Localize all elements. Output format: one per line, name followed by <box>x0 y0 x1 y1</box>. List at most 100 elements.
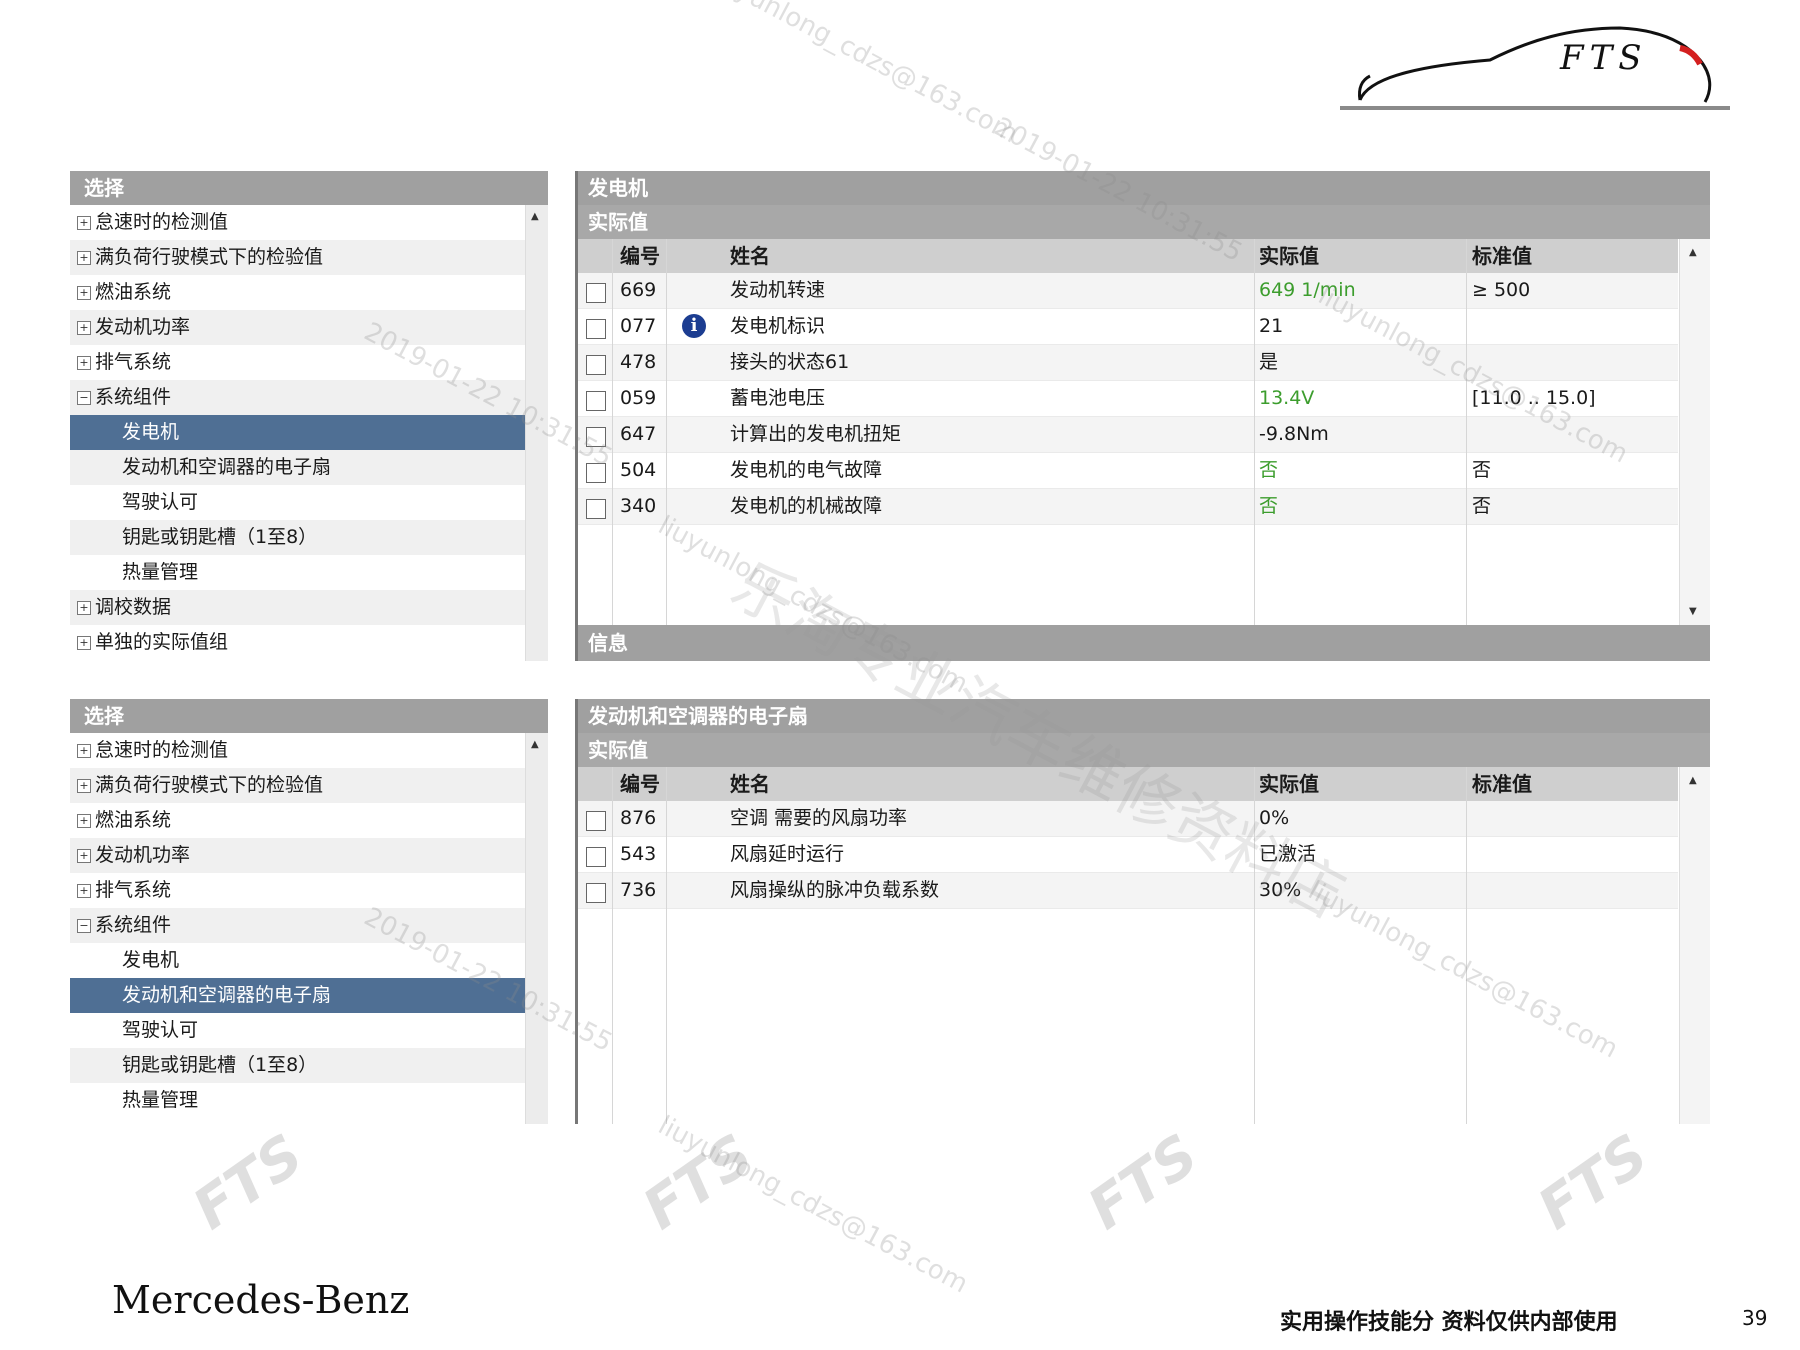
column-header-id[interactable]: 编号 <box>620 239 660 273</box>
tree-item[interactable]: 发电机 <box>70 943 545 978</box>
tree-item[interactable]: 发动机和空调器的电子扇 <box>70 450 545 485</box>
row-checkbox[interactable] <box>586 847 606 867</box>
tree-item[interactable]: 发动机和空调器的电子扇 <box>70 978 545 1013</box>
tree-item[interactable]: − 系统组件 <box>70 908 545 943</box>
expand-icon[interactable]: + <box>77 600 91 615</box>
tree-item[interactable]: + 怠速时的检测值 <box>70 733 545 768</box>
table-row[interactable]: 059 蓄电池电压 13.4V [11.0 .. 15.0] <box>578 381 1678 417</box>
row-checkbox[interactable] <box>586 355 606 375</box>
row-checkbox[interactable] <box>586 499 606 519</box>
tree-scrollbar[interactable]: ▲ <box>525 733 548 1124</box>
row-checkbox[interactable] <box>586 811 606 831</box>
footer-note: 实用操作技能分 资料仅供内部使用 <box>1280 1310 1618 1335</box>
column-header-id[interactable]: 编号 <box>620 767 660 801</box>
tree-item[interactable]: 热量管理 <box>70 555 545 590</box>
logo-underline <box>1340 106 1730 110</box>
scroll-up-icon[interactable]: ▲ <box>531 211 539 222</box>
tree-item[interactable]: + 燃油系统 <box>70 803 545 838</box>
expand-icon[interactable]: + <box>77 883 91 898</box>
scroll-up-icon[interactable]: ▲ <box>1689 247 1697 258</box>
tree-item-label: 热量管理 <box>122 1089 199 1111</box>
scroll-down-icon[interactable]: ▼ <box>1689 606 1697 617</box>
scroll-up-icon[interactable]: ▲ <box>531 739 539 750</box>
expand-icon[interactable]: + <box>77 320 91 335</box>
tree-item[interactable]: 钥匙或钥匙槽（1至8） <box>70 1048 545 1083</box>
tree-item[interactable]: + 单独的实际值组 <box>70 625 545 660</box>
tree-item[interactable]: + 怠速时的检测值 <box>70 205 545 240</box>
row-checkbox[interactable] <box>586 391 606 411</box>
row-actual-value: -9.8Nm <box>1259 423 1329 445</box>
table-row[interactable]: 647 计算出的发电机扭矩 -9.8Nm <box>578 417 1678 453</box>
actual-values-panel-fan: 选择 + 怠速时的检测值 + 满负荷行驶模式下的检验值 + 燃油系统 + 发动机功率 + 排气系统… <box>70 699 1710 1124</box>
values-pane: 发电机 实际值 编号 姓名 实际值 标准值 669 发动机转速 649 1/min ≥… <box>578 171 1710 661</box>
tree-item[interactable]: + 排气系统 <box>70 873 545 908</box>
expand-icon[interactable]: + <box>77 848 91 863</box>
tree-item[interactable]: + 满负荷行驶模式下的检验值 <box>70 768 545 803</box>
table-row[interactable]: 340 发电机的机械故障 否 否 <box>578 489 1678 525</box>
tree-item-label: 钥匙或钥匙槽（1至8） <box>122 1054 318 1076</box>
column-header-actual[interactable]: 实际值 <box>1259 239 1319 273</box>
values-table: 编号 姓名 实际值 标准值 669 发动机转速 649 1/min ≥ 500 i 077… <box>578 239 1678 661</box>
tree-item[interactable]: + 调校数据 <box>70 590 545 625</box>
tree-item[interactable]: 热量管理 <box>70 1083 545 1118</box>
table-row[interactable]: 669 发动机转速 649 1/min ≥ 500 <box>578 273 1678 309</box>
expand-icon[interactable]: + <box>77 215 91 230</box>
tree-item[interactable]: 发电机 <box>70 415 545 450</box>
row-checkbox[interactable] <box>586 283 606 303</box>
row-checkbox[interactable] <box>586 427 606 447</box>
row-checkbox[interactable] <box>586 883 606 903</box>
table-row[interactable]: 478 接头的状态61 是 <box>578 345 1678 381</box>
info-icon[interactable]: i <box>682 314 706 338</box>
info-section-header[interactable]: 信息 <box>578 625 1710 661</box>
collapse-icon[interactable]: − <box>77 390 91 405</box>
table-row[interactable]: 504 发电机的电气故障 否 否 <box>578 453 1678 489</box>
tree-scrollbar[interactable]: ▲ <box>525 205 548 661</box>
row-checkbox[interactable] <box>586 463 606 483</box>
table-body: 669 发动机转速 649 1/min ≥ 500 i 077 发电机标识 21 478 接头的状… <box>578 273 1678 525</box>
row-actual-value: 13.4V <box>1259 387 1315 409</box>
column-header-actual[interactable]: 实际值 <box>1259 767 1319 801</box>
tree-item-label: 燃油系统 <box>95 809 172 831</box>
table-row[interactable]: 736 风扇操纵的脉冲负载系数 30% <box>578 873 1678 909</box>
page-number: 39 <box>1742 1306 1768 1330</box>
tree-item[interactable]: + 发动机功率 <box>70 310 545 345</box>
tree-item[interactable]: + 发动机功率 <box>70 838 545 873</box>
column-header-standard[interactable]: 标准值 <box>1472 239 1532 273</box>
expand-icon[interactable]: + <box>77 778 91 793</box>
row-id: 647 <box>620 423 657 445</box>
tree-item[interactable]: − 系统组件 <box>70 380 545 415</box>
table-row[interactable]: 543 风扇延时运行 已激活 <box>578 837 1678 873</box>
tree-item-label: 发电机 <box>122 421 180 443</box>
actual-values-label: 实际值 <box>578 205 1710 239</box>
tree-item[interactable]: + 燃油系统 <box>70 275 545 310</box>
scroll-up-icon[interactable]: ▲ <box>1689 775 1697 786</box>
watermark-fts: FTS <box>1076 1122 1210 1243</box>
tree-item[interactable]: + 满负荷行驶模式下的检验值 <box>70 240 545 275</box>
watermark-fts: FTS <box>631 1122 765 1243</box>
column-separator <box>666 239 667 661</box>
expand-icon[interactable]: + <box>77 355 91 370</box>
tree-item[interactable]: + 排气系统 <box>70 345 545 380</box>
column-header-standard[interactable]: 标准值 <box>1472 767 1532 801</box>
values-scrollbar[interactable]: ▲ ▼ <box>1679 239 1710 625</box>
row-name: 接头的状态61 <box>730 351 850 373</box>
expand-icon[interactable]: + <box>77 813 91 828</box>
table-row[interactable]: 876 空调 需要的风扇功率 0% <box>578 801 1678 837</box>
expand-icon[interactable]: + <box>77 635 91 650</box>
tree-item[interactable]: 驾驶认可 <box>70 485 545 520</box>
expand-icon[interactable]: + <box>77 250 91 265</box>
table-row[interactable]: i 077 发电机标识 21 <box>578 309 1678 345</box>
values-scrollbar[interactable]: ▲ <box>1679 767 1710 1124</box>
tree-item[interactable]: 驾驶认可 <box>70 1013 545 1048</box>
row-checkbox[interactable] <box>586 319 606 339</box>
column-header-name[interactable]: 姓名 <box>730 239 770 273</box>
collapse-icon[interactable]: − <box>77 918 91 933</box>
table-body: 876 空调 需要的风扇功率 0% 543 风扇延时运行 已激活 736 风扇操纵的脉冲负载系… <box>578 801 1678 909</box>
tree-item[interactable]: 钥匙或钥匙槽（1至8） <box>70 520 545 555</box>
expand-icon[interactable]: + <box>77 285 91 300</box>
tree-item-label: 热量管理 <box>122 561 199 583</box>
column-header-name[interactable]: 姓名 <box>730 767 770 801</box>
expand-icon[interactable]: + <box>77 743 91 758</box>
row-actual-value: 30% <box>1259 879 1302 901</box>
row-id: 077 <box>620 315 657 337</box>
